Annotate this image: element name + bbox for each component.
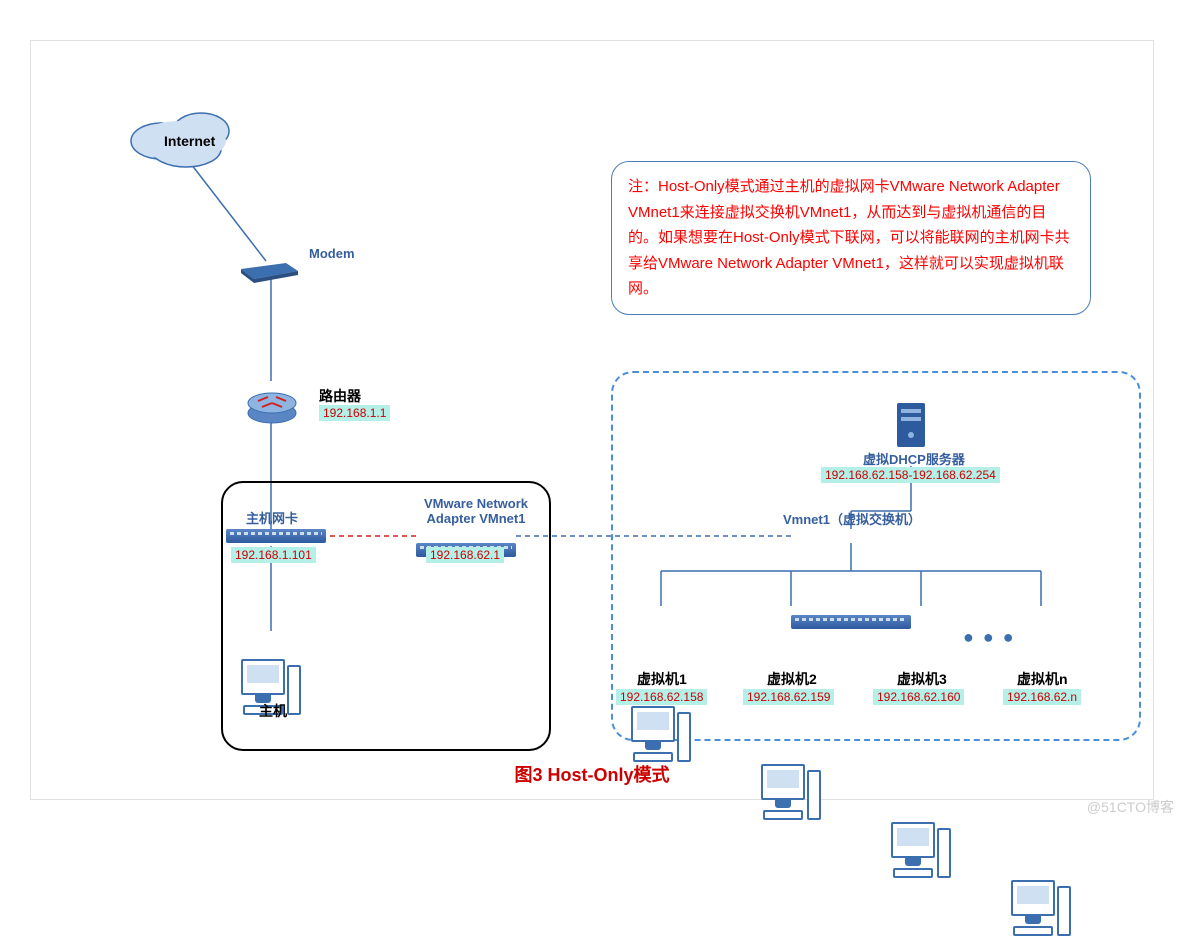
host-nic-ip: 192.168.1.101 [231, 547, 316, 563]
vm2-ip: 192.168.62.159 [743, 689, 834, 705]
vm2-label: 虚拟机2 [767, 669, 817, 689]
vm1-icon [631, 706, 693, 764]
vm1-ip: 192.168.62.158 [616, 689, 707, 705]
note-box: 注：Host-Only模式通过主机的虚拟网卡VMware Network Ada… [611, 161, 1091, 315]
host-nic-icon [226, 529, 326, 543]
vmn-label: 虚拟机n [1017, 669, 1068, 689]
router-icon [246, 381, 298, 425]
router-ip: 192.168.1.1 [319, 405, 390, 421]
vmnet1-switch-label: Vmnet1（虚拟交换机） [783, 509, 921, 528]
router-label: 路由器 [319, 386, 361, 406]
internet-label: Internet [164, 133, 215, 149]
dhcp-range: 192.168.62.158-192.168.62.254 [821, 467, 1000, 483]
vmnet-adapter-label: VMware Network Adapter VMnet1 [411, 496, 541, 526]
vmn-ip: 192.168.62.n [1003, 689, 1081, 705]
vmnet-adapter-label-l1: VMware Network [424, 496, 528, 511]
dhcp-label: 虚拟DHCP服务器 [863, 449, 965, 468]
host-pc-label: 主机 [259, 701, 287, 721]
vm-ellipsis: ● ● ● [963, 627, 1016, 648]
figure-caption: 图3 Host-Only模式 [31, 761, 1153, 787]
vmnet1-switch-icon [791, 615, 911, 629]
dhcp-server-icon [893, 399, 929, 451]
diagram-canvas: Internet Modem 路由器 192.168.1.1 主机网卡 192.… [30, 40, 1154, 800]
modem-icon [236, 251, 306, 285]
modem-label: Modem [309, 246, 355, 261]
vmnet-adapter-ip: 192.168.62.1 [426, 547, 504, 563]
vm3-label: 虚拟机3 [897, 669, 947, 689]
vm3-icon [891, 822, 953, 880]
vmn-icon [1011, 880, 1073, 938]
vmnet-adapter-label-l2: Adapter VMnet1 [427, 511, 526, 526]
watermark: @51CTO博客 [1087, 797, 1174, 817]
vm3-ip: 192.168.62.160 [873, 689, 964, 705]
vm1-label: 虚拟机1 [637, 669, 687, 689]
host-nic-label: 主机网卡 [246, 508, 298, 527]
